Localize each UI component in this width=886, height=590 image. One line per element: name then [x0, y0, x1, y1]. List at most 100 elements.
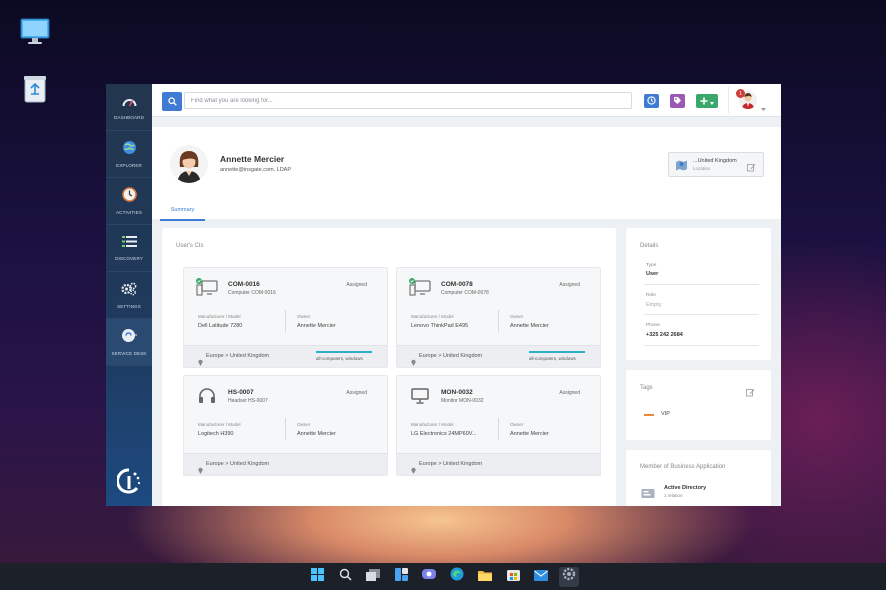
edge-button[interactable] — [447, 567, 467, 587]
sidebar-item-label: ACTIVITIES — [115, 210, 142, 215]
chevron-down-icon[interactable] — [761, 98, 766, 116]
tags-button[interactable] — [670, 94, 685, 108]
task-view-icon — [366, 568, 380, 586]
list-icon — [121, 235, 137, 253]
tag-bar — [529, 351, 585, 353]
ci-manufacturer: Logitech H390 — [198, 431, 234, 437]
sidebar-item-activities[interactable]: ACTIVITIES — [106, 178, 152, 225]
search-button[interactable] — [162, 92, 182, 111]
business-apps-panel: Member of Business Application Active Di… — [626, 450, 771, 506]
taskbar-search-button[interactable] — [335, 567, 355, 587]
start-button[interactable] — [307, 567, 327, 587]
gears-icon — [121, 282, 137, 301]
store-icon — [506, 568, 520, 586]
ci-name: Headset HS-0007 — [228, 398, 268, 404]
sidebar-item-label: DISCOVERY — [115, 256, 143, 261]
ci-manufacturer: LG Electronics 24MP60V... — [411, 431, 477, 437]
ci-footer: Europe > United Kingdom — [184, 453, 387, 475]
ci-owner-label: Owner — [297, 422, 311, 427]
location-card: ...United Kingdom Location — [668, 152, 764, 177]
ci-location: Europe > United Kingdom — [206, 461, 270, 467]
ci-owner: Annette Mercier — [510, 323, 549, 329]
folder-icon — [478, 568, 492, 586]
teams-chat-button[interactable] — [419, 567, 439, 587]
clock-icon — [647, 92, 656, 110]
task-view-button[interactable] — [363, 567, 383, 587]
profile-email: annette@insgate.com, LDAP — [220, 167, 292, 173]
ci-name: Computer COM-0078 — [441, 290, 489, 296]
search-icon — [167, 93, 177, 111]
edge-icon — [450, 567, 464, 586]
this-pc-desktop-icon[interactable] — [20, 18, 50, 48]
ci-location: Europe > United Kingdom — [419, 461, 483, 467]
ci-owner-label: Owner — [510, 314, 524, 319]
location-pin-icon — [198, 461, 203, 479]
divider — [285, 310, 286, 332]
ci-owner: Annette Mercier — [297, 323, 336, 329]
sidebar-item-label: SERVICE DESK — [111, 351, 147, 356]
search-input[interactable] — [184, 92, 632, 109]
location-pin-icon — [411, 461, 416, 479]
clock-icon — [121, 187, 137, 207]
ci-location: Europe > United Kingdom — [419, 353, 483, 359]
ci-owner: Annette Mercier — [297, 431, 336, 437]
role-label: Role — [646, 293, 656, 298]
chat-icon — [422, 568, 436, 586]
tag-bar — [316, 351, 372, 353]
top-bar: 1 — [152, 84, 781, 117]
tag-color-swatch — [644, 414, 654, 416]
gauge-icon — [122, 94, 137, 112]
user-cis-title: User's CIs — [176, 243, 204, 249]
settings-app-button[interactable] — [559, 566, 579, 587]
sidebar-item-dashboard[interactable]: DASHBOARD — [106, 84, 152, 131]
sidebar-item-label: EXPLORER — [116, 163, 142, 168]
add-button[interactable] — [696, 94, 718, 108]
store-button[interactable] — [503, 567, 523, 587]
ci-owner-label: Owner — [297, 314, 311, 319]
sidebar-item-discovery[interactable]: DISCOVERY — [106, 225, 152, 272]
recycle-bin-desktop-icon[interactable] — [22, 74, 52, 104]
edit-icon[interactable] — [746, 384, 755, 402]
history-button[interactable] — [644, 94, 659, 108]
location-value: ...United Kingdom — [693, 158, 737, 164]
plus-icon — [700, 92, 708, 110]
business-app-name[interactable]: Active Directory — [664, 485, 706, 491]
user-cis-panel: User's CIs COM-0016 Computer COM-0016 As… — [162, 228, 616, 506]
tag-item[interactable]: VIP — [661, 411, 670, 417]
service-icon — [121, 328, 138, 348]
ci-location: Europe > United Kingdom — [206, 353, 270, 359]
sidebar-item-label: DASHBOARD — [114, 115, 144, 120]
divider — [644, 345, 759, 346]
search-icon — [339, 568, 352, 586]
computer-icon — [409, 278, 431, 301]
sidebar: DASHBOARD EXPLORER ACTIVITIES DISCOVERY … — [106, 84, 152, 506]
ci-code: COM-0016 — [228, 281, 260, 288]
details-panel: Details Type User Role Empty Phone +325 … — [626, 228, 771, 360]
tab-summary[interactable]: Summary — [160, 204, 205, 221]
ci-card[interactable]: MON-0032 Monitor MON-0032 Assigned Manuf… — [396, 375, 601, 476]
ci-status: Assigned — [346, 390, 367, 396]
ci-manufacturer-label: Manufacturer / Model — [411, 422, 454, 427]
edit-icon[interactable] — [747, 159, 756, 177]
chevron-down-icon — [710, 92, 714, 110]
ci-footer: Europe > United Kingdom all-computers, w… — [397, 345, 600, 367]
ci-manufacturer-label: Manufacturer / Model — [411, 314, 454, 319]
headset-icon — [198, 388, 216, 409]
tags-title: Tags — [640, 385, 653, 391]
mail-button[interactable] — [531, 567, 551, 587]
monitor-icon — [411, 388, 429, 409]
widgets-button[interactable] — [391, 567, 411, 587]
ci-code: HS-0007 — [228, 389, 254, 396]
ci-card[interactable]: HS-0007 Headset HS-0007 Assigned Manufac… — [183, 375, 388, 476]
sidebar-item-settings[interactable]: SETTINGS — [106, 272, 152, 319]
ci-tags: all-computers, windows — [529, 356, 576, 361]
file-explorer-button[interactable] — [475, 567, 495, 587]
app-logo-icon — [116, 468, 141, 499]
sidebar-item-explorer[interactable]: EXPLORER — [106, 131, 152, 178]
ci-card[interactable]: COM-0016 Computer COM-0016 Assigned Manu… — [183, 267, 388, 368]
ci-card[interactable]: COM-0078 Computer COM-0078 Assigned Manu… — [396, 267, 601, 368]
location-pin-icon — [198, 353, 203, 371]
profile-avatar — [170, 145, 208, 183]
sidebar-item-service-desk[interactable]: SERVICE DESK — [106, 319, 152, 366]
ci-footer: Europe > United Kingdom all-computers, w… — [184, 345, 387, 367]
